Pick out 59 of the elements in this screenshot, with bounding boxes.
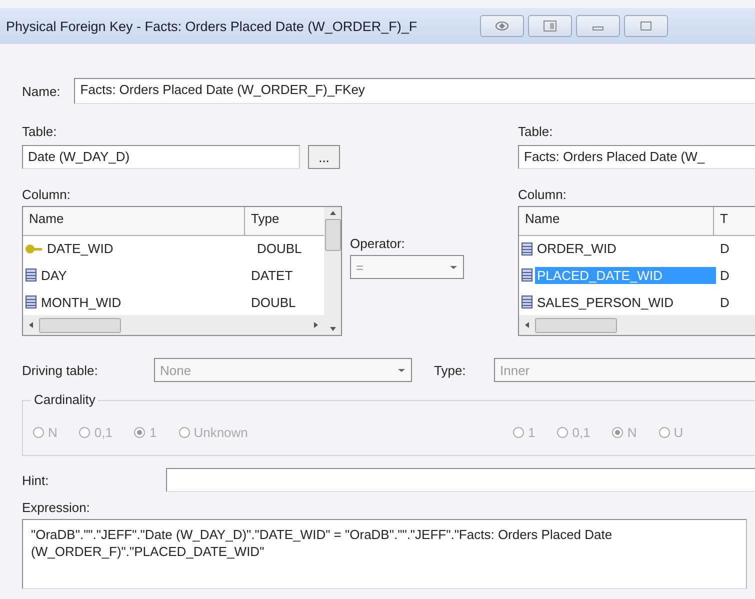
window-title: Physical Foreign Key - Facts: Orders Placed Date (W_ORDER_F)_F xyxy=(6,18,418,34)
list-row[interactable]: DATE_WID DOUBL xyxy=(23,236,324,262)
maximize-button[interactable] xyxy=(624,15,668,37)
column-name: MONTH_WID xyxy=(40,294,122,310)
column-header[interactable]: T xyxy=(714,207,734,235)
column-type: D xyxy=(719,268,730,283)
column-icon xyxy=(521,268,533,282)
list-row[interactable]: DAY DATET xyxy=(23,262,324,289)
column-type: DATET xyxy=(250,268,293,283)
dropdown-arrow-icon xyxy=(397,368,406,372)
list-row[interactable]: ORDER_WID D xyxy=(519,236,755,262)
cardinality-label: Cardinality xyxy=(31,392,98,407)
column-name: PLACED_DATE_WID xyxy=(535,266,716,284)
table-field[interactable]: Facts: Orders Placed Date (W_ xyxy=(518,145,755,169)
maximize-icon xyxy=(640,21,652,31)
column-type: DOUBL xyxy=(250,294,296,310)
column-name: ORDER_WID xyxy=(536,240,618,258)
hint-field[interactable] xyxy=(166,468,755,492)
column-icon xyxy=(521,242,533,256)
column-type: D xyxy=(719,241,730,256)
column-name: DAY xyxy=(40,266,68,284)
column-header[interactable]: Name xyxy=(23,207,245,235)
dropdown-arrow-icon xyxy=(449,264,458,270)
horizontal-scrollbar[interactable] xyxy=(23,315,324,335)
column-icon xyxy=(25,268,37,282)
window-icon xyxy=(543,20,557,32)
minimize-button[interactable] xyxy=(576,15,620,37)
column-icon xyxy=(25,295,37,309)
key-icon xyxy=(25,242,43,255)
back-button[interactable] xyxy=(480,15,524,37)
layout-button[interactable] xyxy=(528,15,572,37)
arrows-icon xyxy=(494,21,510,31)
operator-label: Operator: xyxy=(350,236,406,251)
name-field[interactable]: Facts: Orders Placed Date (W_ORDER_F)_FKey xyxy=(74,78,755,104)
vertical-scrollbar[interactable] xyxy=(324,207,341,335)
horizontal-scrollbar[interactable] xyxy=(519,315,755,335)
hint-label: Hint: xyxy=(22,472,50,488)
scrollbar-thumb[interactable] xyxy=(324,219,340,251)
column-label: Column: xyxy=(518,187,568,202)
column-type: DOUBL xyxy=(256,241,302,256)
type-label: Type: xyxy=(434,362,467,378)
column-name: SALES_PERSON_WID xyxy=(536,294,675,310)
column-header[interactable]: Name xyxy=(519,207,714,235)
list-row[interactable]: MONTH_WID DOUBL xyxy=(23,288,324,316)
column-type: D xyxy=(719,294,730,310)
list-row[interactable]: SALES_PERSON_WID D xyxy=(519,288,755,316)
list-row[interactable]: PLACED_DATE_WID D xyxy=(519,262,755,289)
table-field[interactable]: Date (W_DAY_D) xyxy=(22,145,300,169)
table-label: Table: xyxy=(22,124,58,139)
expression-field[interactable]: "OraDB".""."JEFF"."Date (W_DAY_D)"."DATE_WID" = "OraDB".""."JEFF"."Facts: Orders Placed Date (W_ORDER_F)"."PLACED_DATE_WID" xyxy=(22,519,747,589)
driving-table-label: Driving table: xyxy=(22,362,99,378)
column-label: Column: xyxy=(22,187,72,202)
column-name: DATE_WID xyxy=(46,240,114,258)
expression-label: Expression: xyxy=(22,500,91,515)
column-header[interactable]: Type xyxy=(245,207,286,235)
browse-button[interactable]: ... xyxy=(308,145,340,169)
column-icon xyxy=(521,295,533,309)
table-label: Table: xyxy=(518,124,554,139)
name-label: Name: xyxy=(22,84,60,98)
